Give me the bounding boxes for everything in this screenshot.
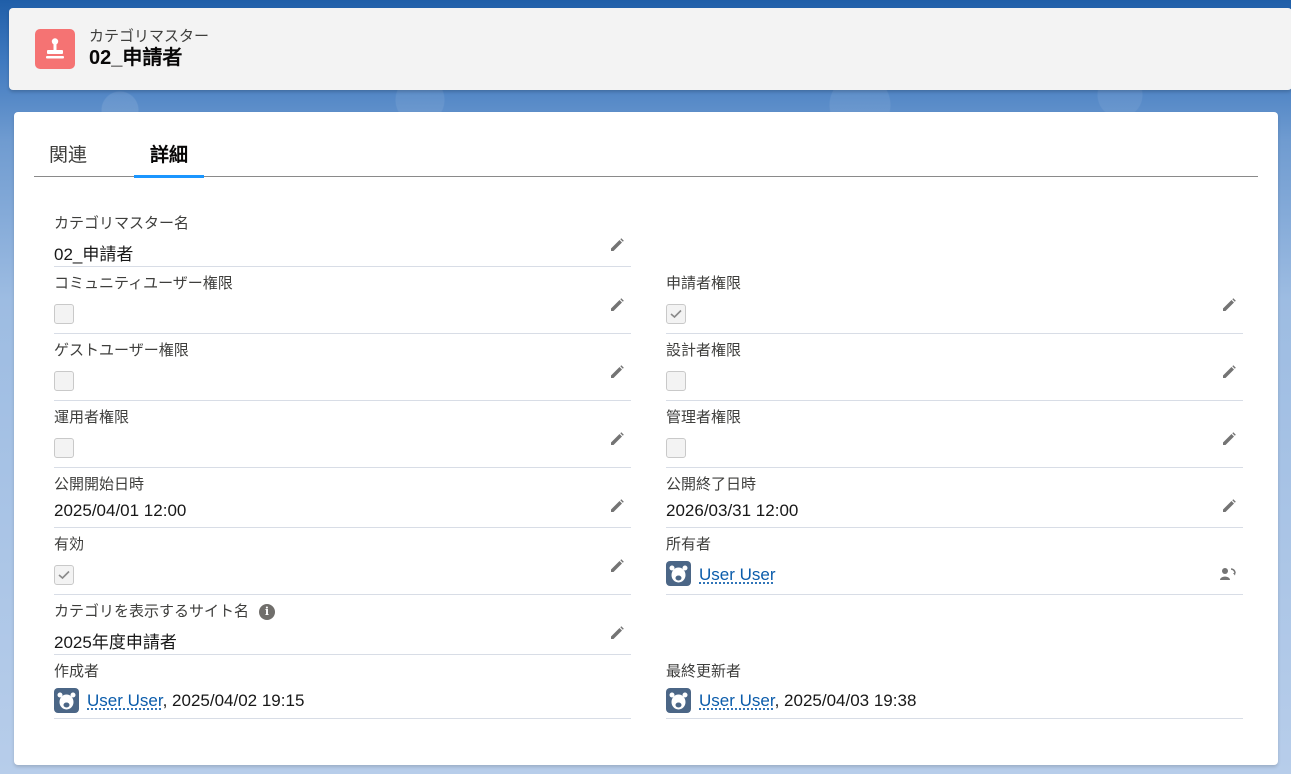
pencil-icon[interactable] [609,364,625,380]
field-active: 有効 [54,533,631,595]
created-by-user-link[interactable]: User User [87,691,163,710]
pencil-icon[interactable] [609,431,625,447]
field-site-name: カテゴリを表示するサイト名 i 2025年度申請者 [54,600,631,655]
tab-bar: 関連 詳細 [34,112,1258,178]
field-label: 作成者 [54,663,100,680]
detail-card: 関連 詳細 カテゴリマスター名 02_申請者 コミュニティユーザー権限 申請者権… [14,112,1278,765]
pencil-icon[interactable] [1221,498,1237,514]
pencil-icon[interactable] [609,297,625,313]
checkbox-guest-user [54,371,74,391]
tab-details[interactable]: 詳細 [133,140,205,178]
field-label: コミュニティユーザー権限 [54,275,233,292]
category-stamp-icon [35,29,75,69]
checkbox-operator [54,438,74,458]
field-label: 設計者権限 [666,342,742,359]
pencil-icon[interactable] [1221,297,1237,313]
field-label: 公開終了日時 [666,476,757,493]
field-publish-end: 公開終了日時 2026/03/31 12:00 [666,473,1243,528]
bear-avatar-icon [57,692,76,710]
modified-datetime: 2025/04/03 19:38 [784,691,917,710]
pencil-icon[interactable] [609,498,625,514]
field-label: ゲストユーザー権限 [54,342,189,359]
field-publish-start: 公開開始日時 2025/04/01 12:00 [54,473,631,528]
tab-related[interactable]: 関連 [49,140,87,177]
field-owner: 所有者 User User [666,533,1243,595]
check-icon [58,570,70,580]
field-value: 2025年度申請者 [54,633,177,652]
field-label: カテゴリマスター名 [54,215,190,232]
avatar [54,688,79,713]
field-label: 運用者権限 [54,409,130,426]
field-label: 有効 [54,536,85,553]
field-modified-by: 最終更新者 User User, 2025/04/03 19:38 [666,660,1243,719]
info-icon[interactable]: i [259,604,276,620]
check-icon [670,309,682,319]
pencil-icon[interactable] [609,237,625,253]
pencil-icon[interactable] [609,625,625,641]
field-label: カテゴリを表示するサイト名 [54,603,250,620]
checkbox-designer [666,371,686,391]
field-value: 02_申請者 [54,245,134,264]
separator: , [162,691,168,710]
object-type-label: カテゴリマスター [89,28,210,45]
field-label: 申請者権限 [666,275,742,292]
field-label: 公開開始日時 [54,476,145,493]
field-applicant-permission: 申請者権限 [666,272,1243,334]
change-owner-icon[interactable] [1219,565,1237,583]
field-admin-permission: 管理者権限 [666,406,1243,468]
field-name: カテゴリマスター名 02_申請者 [54,212,631,267]
record-header: カテゴリマスター 02_申請者 [9,8,1291,90]
pencil-icon[interactable] [609,558,625,574]
field-label: 管理者権限 [666,409,742,426]
field-label: 最終更新者 [666,663,742,680]
field-designer-permission: 設計者権限 [666,339,1243,401]
field-operator-permission: 運用者権限 [54,406,631,468]
modified-by-user-link[interactable]: User User [699,691,775,710]
bear-avatar-icon [669,565,688,583]
pencil-icon[interactable] [1221,431,1237,447]
checkbox-admin [666,438,686,458]
separator: , [774,691,780,710]
created-datetime: 2025/04/02 19:15 [172,691,305,710]
field-community-user-permission: コミュニティユーザー権限 [54,272,631,334]
pencil-icon[interactable] [1221,364,1237,380]
record-title: 02_申請者 [89,47,183,69]
field-value: 2025/04/01 12:00 [54,501,187,520]
checkbox-community-user [54,304,74,324]
checkbox-applicant [666,304,686,324]
avatar [666,688,691,713]
field-value: 2026/03/31 12:00 [666,501,799,520]
field-guest-user-permission: ゲストユーザー権限 [54,339,631,401]
checkbox-active [54,565,74,585]
owner-user-link[interactable]: User User [699,565,776,584]
field-label: 所有者 [666,536,712,553]
bear-avatar-icon [669,692,688,710]
avatar [666,561,691,586]
field-created-by: 作成者 User User, 2025/04/02 19:15 [54,660,631,719]
